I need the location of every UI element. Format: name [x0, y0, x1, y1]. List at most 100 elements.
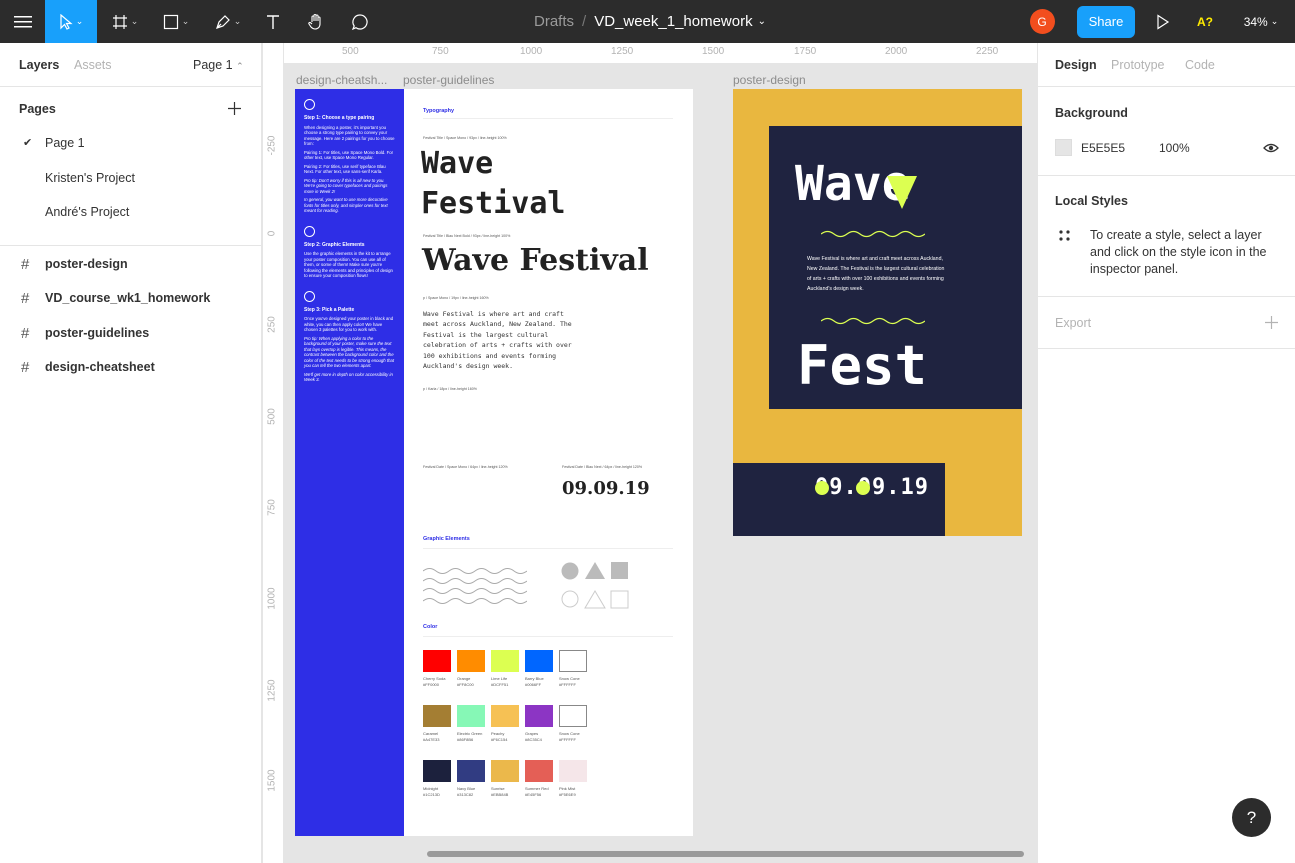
canvas[interactable]: 500 750 1000 1250 1500 1750 2000 2250 -2… [263, 43, 1037, 863]
avatar[interactable]: G [1029, 0, 1055, 43]
layer-design-cheatsheet[interactable]: # design-cheatsheet [0, 350, 262, 384]
poster-design-frame[interactable]: Wave Wave Festival is where art and craf… [733, 89, 1022, 536]
tab-code[interactable]: Code [1185, 58, 1215, 72]
frame-hash-icon: # [21, 255, 30, 273]
spec-space-mono-title: Festival Title / Space Mono / 93px / lin… [423, 136, 507, 140]
hand-tool-button[interactable] [301, 0, 331, 43]
add-page-icon[interactable] [228, 102, 241, 115]
color-swatch [423, 760, 451, 782]
step2-title: Step 2: Graphic Elements [304, 241, 365, 248]
help-button[interactable]: ? [1232, 798, 1271, 837]
zoom-menu[interactable]: 34% ⌄ [1236, 0, 1286, 43]
color-swatch [525, 650, 553, 672]
pairing2-text: Pairing 2: For titles, use serif typefac… [304, 163, 386, 175]
ruler-tick: 2250 [976, 46, 999, 57]
color-swatch [457, 705, 485, 727]
step3-body: Once you've designed your poster in blac… [304, 316, 394, 332]
missing-fonts-indicator[interactable]: A? [1190, 0, 1220, 43]
tab-design[interactable]: Design [1055, 58, 1097, 72]
color-swatch [491, 650, 519, 672]
color-swatch-hex: #F6C154 [491, 737, 508, 742]
cursor-arrow-icon [60, 13, 73, 30]
layer-poster-guidelines[interactable]: # poster-guidelines [0, 316, 262, 350]
chevron-down-icon[interactable]: ⌄ [758, 16, 766, 27]
tab-assets[interactable]: Assets [74, 58, 112, 72]
spec-karla-body: p / Karla / 18px / line-height 160% [423, 387, 477, 391]
share-button-label: Share [1077, 5, 1135, 38]
typography-heading: Typography [423, 108, 455, 114]
divider [1038, 86, 1295, 87]
ruler-tick: 1000 [520, 46, 543, 57]
horizontal-scrollbar[interactable] [427, 851, 1024, 857]
step3-title: Step 3: Pick a Palette [304, 306, 355, 313]
divider [423, 636, 673, 637]
shape-tool-button[interactable]: ⌄ [155, 0, 197, 43]
frame-hash-icon: # [21, 358, 30, 376]
tab-prototype[interactable]: Prototype [1111, 58, 1165, 72]
file-title: Drafts / VD_week_1_homework ⌄ [520, 0, 780, 43]
poster-guidelines-frame[interactable]: Typography Festival Title / Space Mono /… [404, 89, 693, 836]
divider [0, 86, 262, 87]
poster-date: 09.09.19 [815, 475, 929, 500]
color-swatch-hex: #F5E6E9 [559, 792, 576, 797]
lime-dot-graphic [815, 481, 829, 495]
wave-line-graphic [821, 230, 925, 238]
page-item-kristens-project[interactable]: Kristen's Project [0, 161, 262, 195]
hamburger-icon [13, 15, 32, 27]
ruler-tick: 0 [266, 230, 278, 237]
frame-tool-button[interactable]: ⌄ [105, 0, 145, 43]
ruler-tick: 1750 [794, 46, 817, 57]
body-sample-text: Wave Festival is where art and craft mee… [423, 310, 572, 371]
file-name[interactable]: VD_week_1_homework [594, 13, 752, 30]
color-swatch [525, 705, 553, 727]
main-menu-button[interactable] [0, 0, 45, 43]
layer-poster-design[interactable]: # poster-design [0, 247, 262, 281]
tab-layers[interactable]: Layers [19, 58, 59, 72]
ruler-tick: 1000 [266, 587, 278, 610]
comment-tool-button[interactable] [345, 0, 375, 43]
wave-line-graphic [821, 317, 925, 325]
eye-icon[interactable] [1263, 142, 1279, 154]
pages-heading: Pages [19, 102, 56, 116]
pen-tool-button[interactable]: ⌄ [207, 0, 249, 43]
divider [423, 118, 673, 119]
text-icon [267, 14, 279, 29]
page-item-page-1[interactable]: ✔ Page 1 [0, 126, 262, 160]
ruler-tick: -250 [266, 135, 278, 156]
step1-body: When designing a poster, it's important … [304, 124, 395, 147]
note3-text: We'll get more in depth on color accessi… [304, 371, 393, 383]
frame-hash-icon: # [21, 324, 30, 342]
add-export-icon[interactable] [1265, 316, 1278, 329]
background-hex-input[interactable]: E5E5E5 [1081, 141, 1125, 155]
page-item-label: Kristen's Project [45, 171, 135, 185]
ruler-tick: 500 [342, 46, 359, 57]
text-tool-button[interactable] [259, 0, 287, 43]
rectangle-icon [163, 14, 178, 29]
frame-label-guidelines[interactable]: poster-guidelines [403, 73, 494, 87]
layer-label: poster-guidelines [45, 326, 150, 340]
layer-vd-course-wk1-homework[interactable]: # VD_course_wk1_homework [0, 281, 262, 315]
style-grid-icon [1059, 230, 1070, 241]
ruler-tick: 500 [266, 408, 278, 425]
help-icon: ? [1246, 807, 1257, 827]
move-tool-button[interactable]: ⌄ [45, 0, 97, 43]
design-cheatsheet-frame[interactable]: Step 1: Choose a type pairing When desig… [295, 89, 404, 836]
divider [0, 245, 262, 246]
ruler-tick: 250 [266, 316, 278, 333]
layer-label: design-cheatsheet [45, 360, 155, 374]
frame-label-cheatsheet[interactable]: design-cheatsh... [296, 73, 387, 87]
ruler-tick: 1250 [611, 46, 634, 57]
ruler-tick: 1500 [702, 46, 725, 57]
present-button[interactable] [1153, 0, 1173, 43]
sample-blau-next: Wave Festival [422, 243, 649, 278]
color-swatch-hex: #313C82 [457, 792, 474, 797]
breadcrumb-parent[interactable]: Drafts [534, 13, 574, 30]
page-item-andres-project[interactable]: André's Project [0, 195, 262, 229]
ruler-tick: 750 [266, 499, 278, 516]
background-opacity-input[interactable]: 100% [1159, 141, 1190, 155]
color-swatch-hex: #A47E33 [423, 737, 440, 742]
share-button[interactable]: Share [1077, 0, 1135, 43]
background-color-swatch[interactable] [1055, 139, 1072, 156]
frame-label-poster[interactable]: poster-design [733, 73, 806, 87]
page-switcher[interactable]: Page 1 ⌃ [193, 58, 244, 72]
